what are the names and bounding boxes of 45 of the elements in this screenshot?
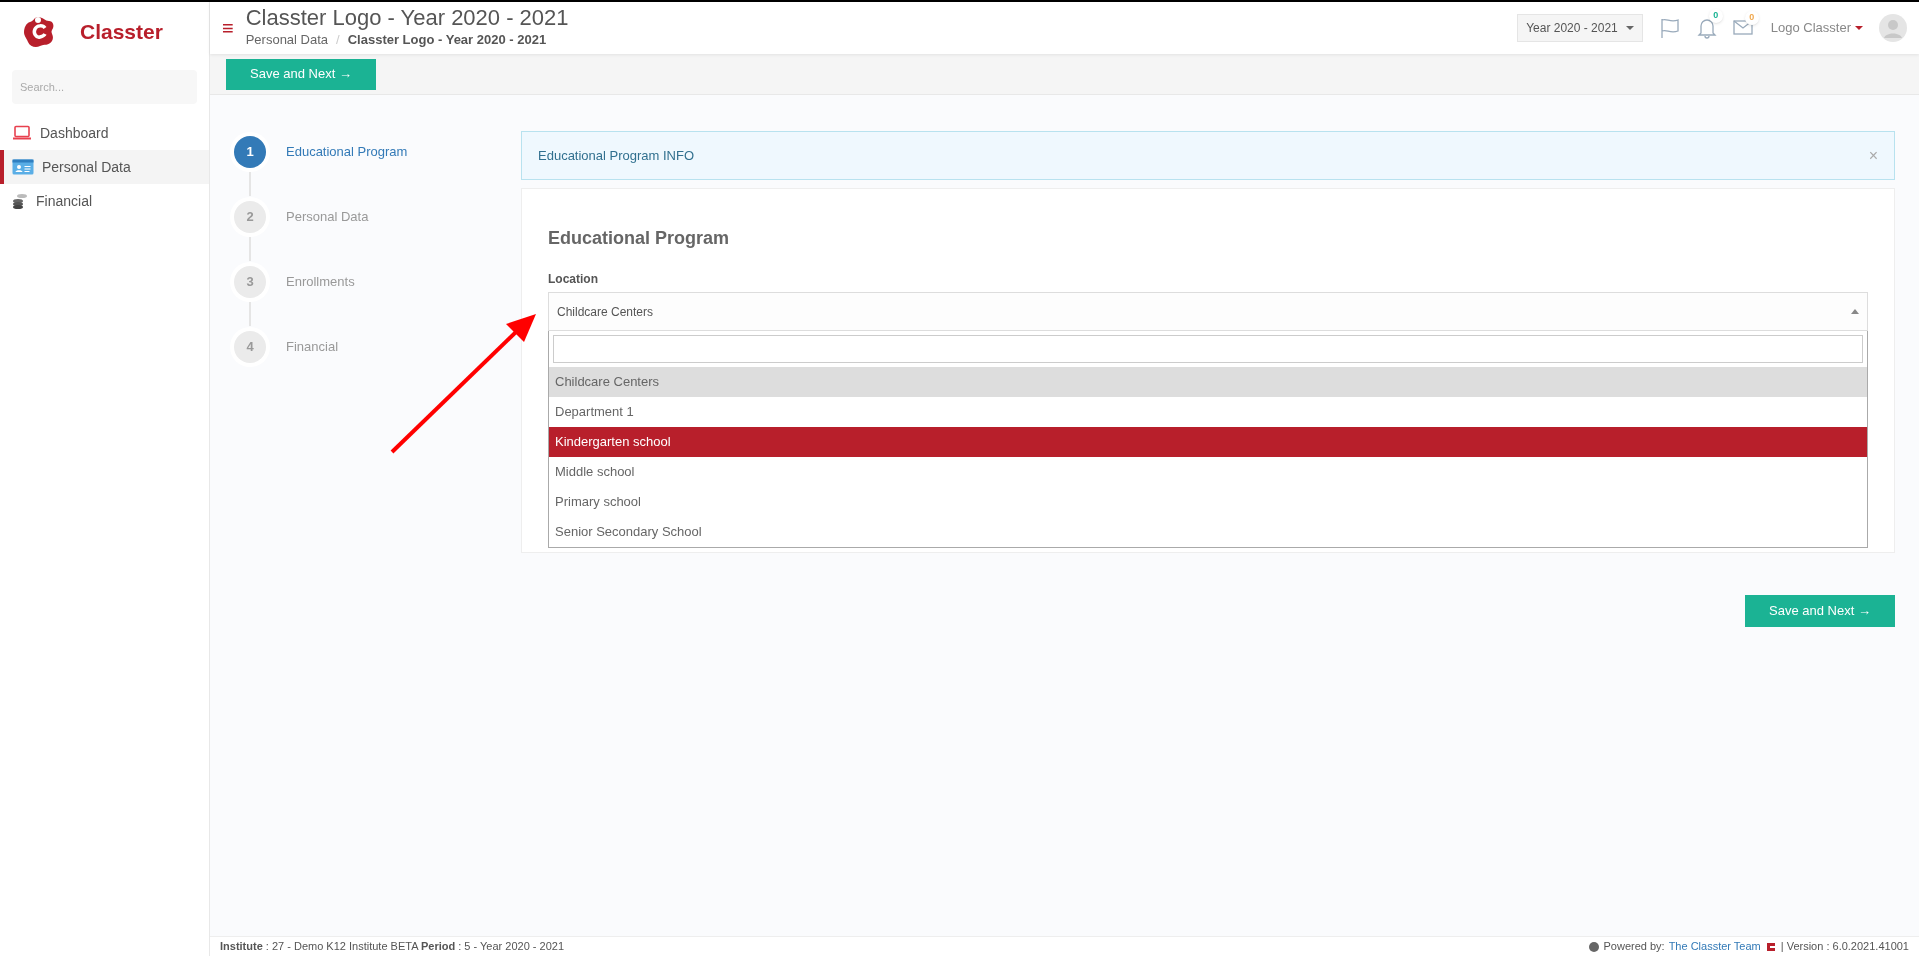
breadcrumb-item: Classter Logo - Year 2020 - 2021 [347, 31, 547, 50]
save-next-button[interactable]: Save and Next → [1745, 595, 1895, 627]
logo-icon [1764, 940, 1777, 953]
brand-name: Classter [80, 19, 163, 46]
sidebar-item[interactable]: Financial [0, 184, 209, 218]
year-select[interactable]: Year 2020 - 2021 [1517, 14, 1643, 42]
sidebar-item[interactable]: Personal Data [0, 150, 209, 184]
user-menu[interactable]: Logo Classter [1770, 18, 1863, 38]
menu-icon[interactable]: ≡ [222, 18, 234, 38]
bell-icon[interactable] [1696, 17, 1717, 39]
step-label[interactable]: Personal Data [286, 206, 369, 227]
page-title: Classter Logo - Year 2020 - 2021 [245, 6, 569, 31]
id-card-icon [12, 159, 34, 175]
footer-info: Institute : 27 - Demo K12 Institute BETA Period : 5 - Year 2020 - 2021 [220, 939, 565, 955]
sidebar-item[interactable]: Dashboard [0, 116, 209, 150]
avatar-icon[interactable] [1879, 14, 1907, 42]
step-label[interactable]: Financial [286, 336, 339, 357]
laptop-icon [12, 125, 32, 141]
form-title: Educational Program [548, 227, 731, 250]
breadcrumb-separator: / [336, 31, 340, 50]
dropdown-search-field[interactable] [553, 335, 1863, 363]
envelope-icon[interactable] [1732, 19, 1755, 37]
coins-icon [12, 193, 28, 209]
dropdown-option[interactable]: Middle school [549, 457, 1867, 487]
dropdown-option[interactable]: Department 1 [549, 397, 1867, 427]
message-count: 0 [1744, 11, 1759, 25]
step-number[interactable]: 1 [234, 135, 266, 168]
powered-by-text: Powered by: [1603, 939, 1665, 955]
dropdown-option[interactable]: Kindergarten school [549, 427, 1867, 457]
alert-text: Educational Program INFO [538, 146, 695, 165]
flag-icon[interactable] [1658, 17, 1681, 39]
dropdown-option[interactable]: Childcare Centers [549, 367, 1867, 397]
dropdown-option[interactable]: Senior Secondary School [549, 517, 1867, 547]
search-field[interactable]: Search... [12, 70, 197, 104]
step-number[interactable]: 3 [234, 265, 266, 298]
dropdown-option[interactable]: Primary school [549, 487, 1867, 517]
version-text: | Version : 6.0.2021.41001 [1780, 939, 1909, 955]
notification-count: 0 [1708, 9, 1723, 23]
step-label[interactable]: Educational Program [286, 141, 408, 162]
save-next-button[interactable]: Save and Next → [226, 58, 376, 90]
breadcrumb-item[interactable]: Personal Data [245, 30, 329, 50]
field-label: Location [548, 271, 599, 288]
location-select[interactable]: Childcare Centers [548, 292, 1868, 331]
team-link[interactable]: The Classter Team [1668, 938, 1761, 955]
step-label[interactable]: Enrollments [286, 271, 355, 292]
